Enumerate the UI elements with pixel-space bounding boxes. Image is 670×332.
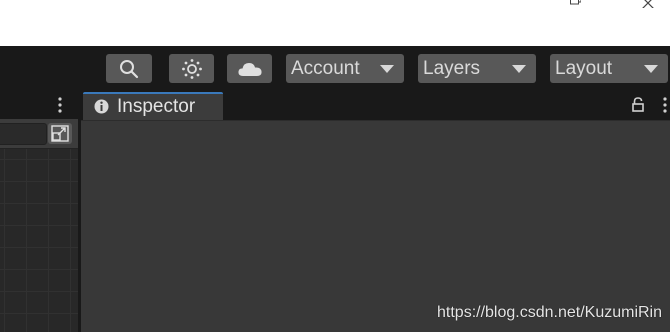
chevron-down-icon [644, 65, 658, 73]
window-titlebar [0, 0, 670, 46]
inspector-panel: Inspector [81, 91, 670, 332]
left-panel-tabbar [0, 91, 78, 119]
cloud-icon [237, 62, 262, 76]
kebab-menu-icon[interactable] [660, 96, 670, 114]
account-dropdown[interactable]: Account [286, 54, 404, 83]
watermark-text: https://blog.csdn.net/KuzumiRin [437, 304, 663, 321]
info-icon [94, 99, 109, 114]
restore-window-icon[interactable] [570, 0, 581, 5]
tab-inspector[interactable]: Inspector [83, 92, 223, 120]
close-window-icon[interactable] [640, 0, 656, 8]
chevron-down-icon [380, 65, 394, 73]
inspector-tab-label: Inspector [117, 96, 196, 117]
kebab-menu-icon[interactable] [55, 96, 65, 114]
layers-label: Layers [423, 58, 481, 79]
search-icon [120, 59, 139, 78]
inspector-tabbar: Inspector [81, 91, 670, 120]
account-label: Account [291, 58, 360, 79]
lock-icon[interactable] [632, 97, 644, 112]
lighting-sun-icon [181, 58, 202, 79]
maximize-button[interactable] [48, 123, 72, 144]
chevron-down-icon [512, 65, 526, 73]
layout-label: Layout [555, 58, 613, 79]
cloud-button[interactable] [227, 54, 272, 83]
layers-dropdown[interactable]: Layers [418, 54, 536, 83]
search-button[interactable] [106, 54, 152, 83]
left-panel-field[interactable] [0, 123, 47, 145]
left-panel-toolbar [0, 119, 78, 149]
scene-grid[interactable] [0, 149, 78, 332]
layout-dropdown[interactable]: Layout [550, 54, 668, 83]
inspector-body [81, 120, 670, 332]
maximize-icon [51, 125, 69, 142]
lighting-button[interactable] [169, 54, 214, 83]
left-panel [0, 91, 78, 332]
